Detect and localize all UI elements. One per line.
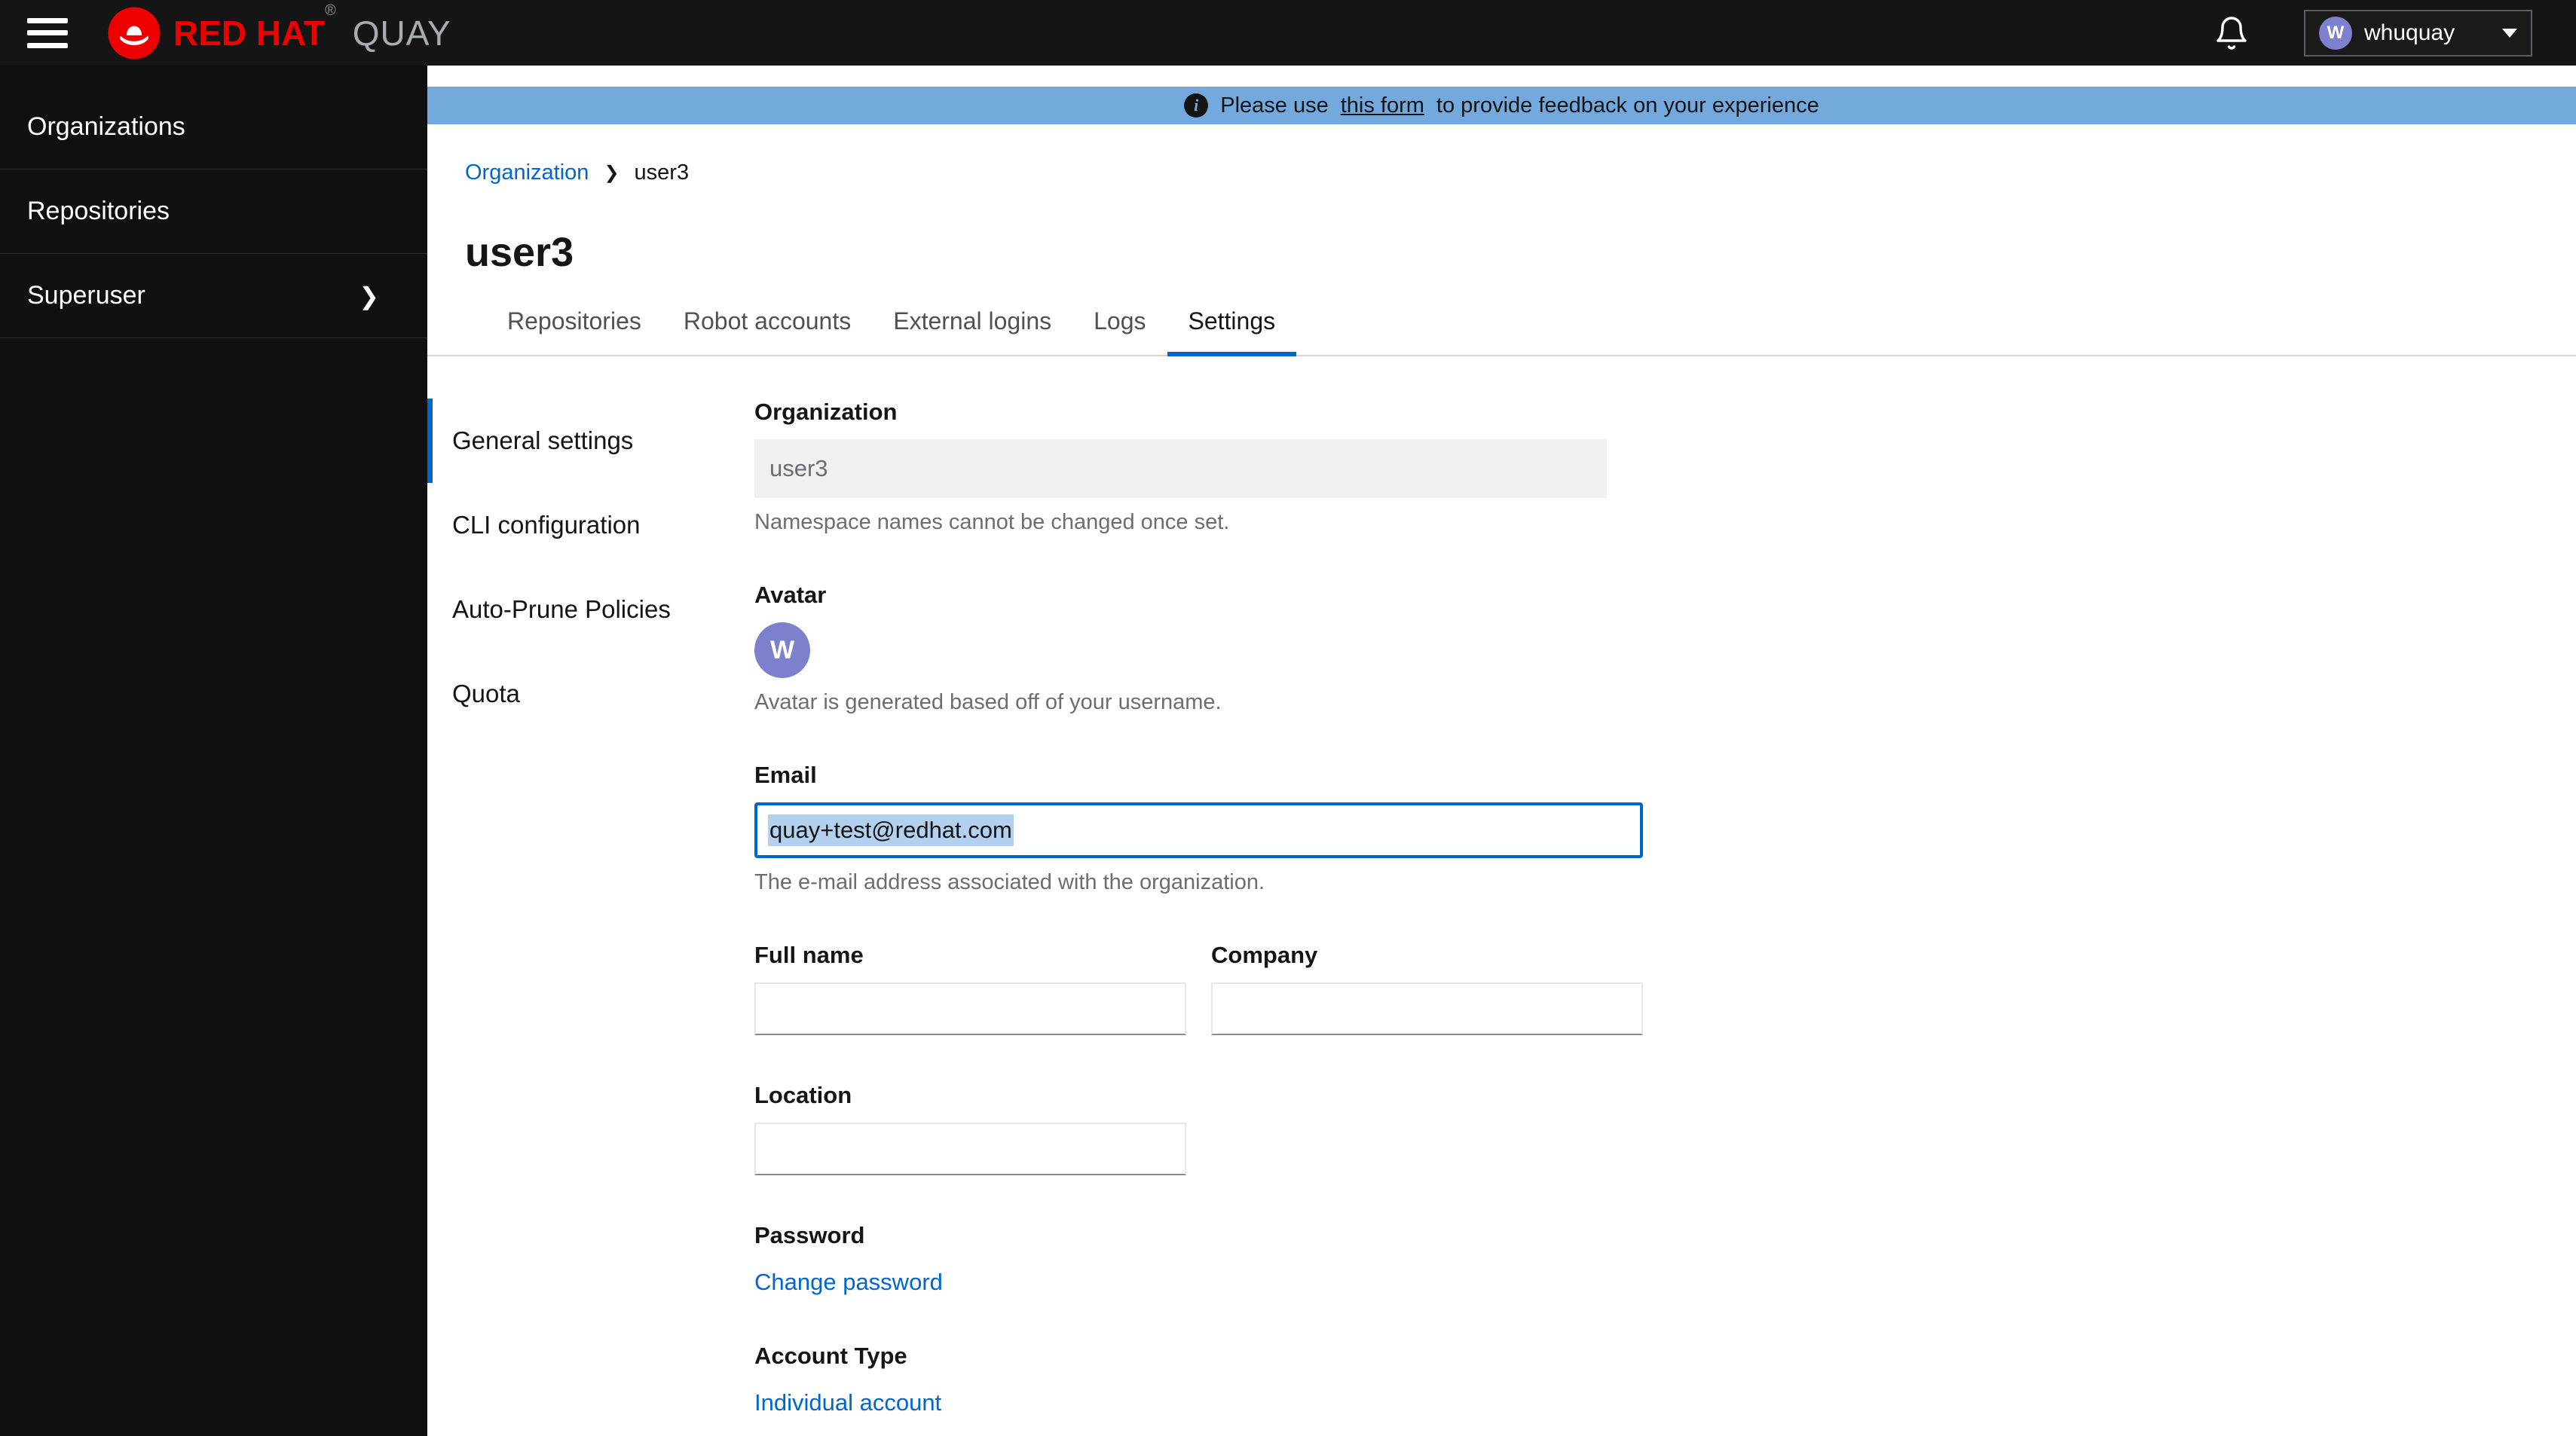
subnav-cli-configuration[interactable]: CLI configuration	[427, 483, 754, 567]
account-type-label: Account Type	[754, 1343, 907, 1369]
organization-group: Organization user3 Namespace names canno…	[754, 399, 1643, 535]
user-avatar: W	[2319, 16, 2352, 50]
sidebar-item-repositories[interactable]: Repositories	[0, 170, 427, 254]
name-company-row: Full name Company	[754, 942, 1643, 1035]
sidebar-item-label: Repositories	[27, 197, 170, 225]
full-name-label: Full name	[754, 942, 864, 968]
breadcrumb-organization-link[interactable]: Organization	[465, 160, 589, 185]
info-icon: i	[1184, 93, 1209, 118]
subnav-item-label: Quota	[452, 680, 520, 707]
change-password-link[interactable]: Change password	[754, 1269, 943, 1296]
brand-trademark: ®	[325, 2, 336, 19]
subnav-auto-prune-policies[interactable]: Auto-Prune Policies	[427, 567, 754, 652]
subnav-item-label: Auto-Prune Policies	[452, 595, 671, 623]
organization-avatar: W	[754, 622, 810, 678]
tab-external-logins[interactable]: External logins	[872, 307, 1072, 355]
banner-text-suffix: to provide feedback on your experience	[1436, 93, 1819, 118]
breadcrumb-separator-icon: ❯	[604, 163, 620, 183]
company-input[interactable]	[1211, 982, 1643, 1035]
brand-product-label: QUAY	[352, 13, 451, 53]
chevron-right-icon: ❯	[359, 282, 379, 310]
tab-logs[interactable]: Logs	[1072, 307, 1167, 355]
redhat-logo-icon	[107, 6, 161, 60]
email-label: Email	[754, 762, 817, 788]
user-name: whuquay	[2364, 20, 2455, 45]
sidebar-item-superuser[interactable]: Superuser ❯	[0, 254, 427, 338]
subnav-item-label: CLI configuration	[452, 511, 641, 539]
general-settings-form: Organization user3 Namespace names canno…	[754, 356, 1643, 1436]
breadcrumb-current: user3	[634, 160, 690, 185]
subnav-quota[interactable]: Quota	[427, 652, 754, 736]
avatar-label: Avatar	[754, 582, 827, 608]
breadcrumb: Organization ❯ user3	[465, 160, 2576, 185]
organization-label: Organization	[754, 399, 898, 425]
tab-robot-accounts[interactable]: Robot accounts	[662, 307, 872, 355]
sidebar-nav: Organizations Repositories Superuser ❯	[0, 66, 427, 1436]
main-content: i Please use this form to provide feedba…	[427, 66, 2576, 1436]
settings-subnav: General settings CLI configuration Auto-…	[427, 356, 754, 1436]
email-group: Email quay+test@redhat.com The e-mail ad…	[754, 762, 1643, 895]
email-selected-text: quay+test@redhat.com	[768, 814, 1014, 846]
password-group: Password Change password	[754, 1222, 1643, 1296]
company-label: Company	[1211, 942, 1318, 968]
tab-settings[interactable]: Settings	[1167, 307, 1297, 356]
masthead-right: W whuquay	[2213, 9, 2576, 57]
subnav-item-label: General settings	[452, 426, 634, 454]
full-name-input[interactable]	[754, 982, 1186, 1035]
avatar-helper: Avatar is generated based off of your us…	[754, 690, 1222, 714]
sidebar-item-label: Organizations	[27, 112, 185, 141]
email-helper: The e-mail address associated with the o…	[754, 870, 1265, 894]
notifications-bell-icon[interactable]	[2213, 15, 2250, 51]
location-input[interactable]	[754, 1123, 1186, 1175]
organization-input: user3	[754, 439, 1607, 498]
masthead: RED HAT® QUAY W whuquay	[0, 0, 2576, 66]
location-group: Location	[754, 1082, 1643, 1175]
banner-feedback-link[interactable]: this form	[1341, 93, 1424, 118]
organization-helper: Namespace names cannot be changed once s…	[754, 510, 1230, 534]
individual-account-link[interactable]: Individual account	[754, 1389, 941, 1416]
caret-down-icon	[2502, 28, 2517, 38]
settings-layout: General settings CLI configuration Auto-…	[427, 356, 2576, 1436]
brand-redhat-text: RED HAT®	[173, 2, 336, 53]
user-menu-dropdown[interactable]: W whuquay	[2304, 9, 2532, 57]
page-title: user3	[465, 230, 574, 275]
email-input[interactable]: quay+test@redhat.com	[754, 802, 1643, 858]
hamburger-menu-icon[interactable]	[27, 17, 68, 48]
location-label: Location	[754, 1082, 852, 1108]
banner-text-prefix: Please use	[1220, 93, 1329, 118]
account-type-group: Account Type Individual account	[754, 1343, 1643, 1416]
brand-redhat-label: RED HAT	[173, 13, 326, 53]
full-name-field: Full name	[754, 942, 1186, 1035]
avatar-group: Avatar W Avatar is generated based off o…	[754, 582, 1643, 715]
company-field: Company	[1211, 942, 1643, 1035]
brand[interactable]: RED HAT® QUAY	[107, 2, 451, 60]
sidebar-item-label: Superuser	[27, 281, 145, 310]
sidebar-item-organizations[interactable]: Organizations	[0, 85, 427, 170]
tab-repositories[interactable]: Repositories	[486, 307, 662, 355]
feedback-banner: i Please use this form to provide feedba…	[427, 87, 2576, 124]
password-label: Password	[754, 1222, 865, 1248]
subnav-general-settings[interactable]: General settings	[427, 399, 754, 483]
tab-bar: Repositories Robot accounts External log…	[427, 307, 2576, 356]
